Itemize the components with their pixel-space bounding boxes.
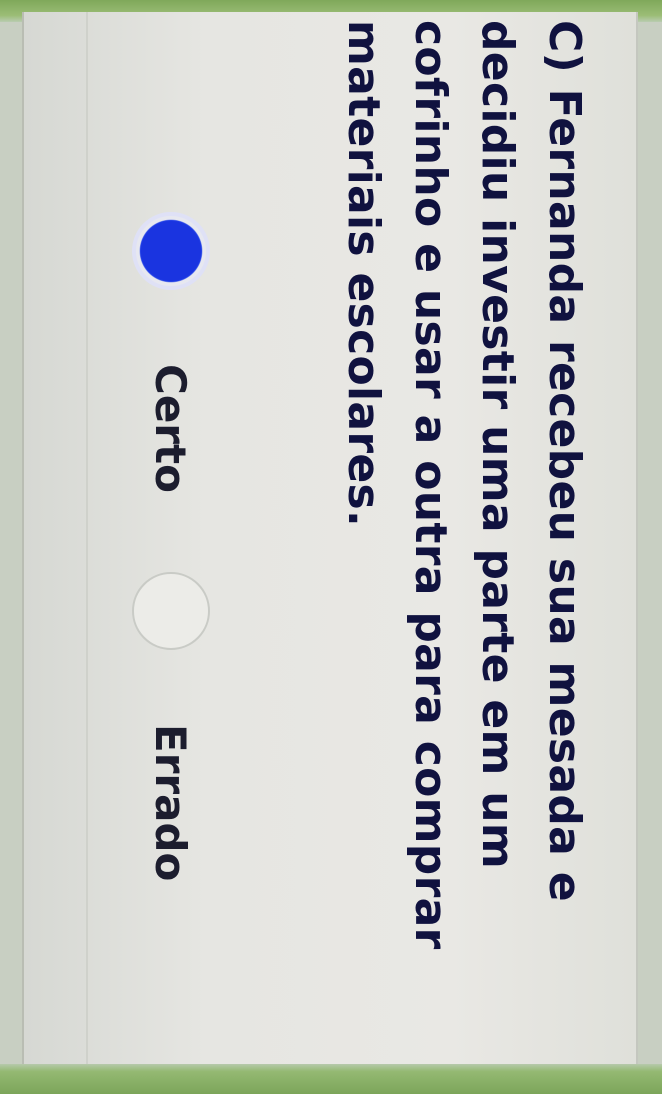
option-label-errado: Errado <box>146 724 196 882</box>
card-divider <box>86 12 88 1064</box>
radio-certo-selected[interactable] <box>132 212 210 290</box>
radio-errado[interactable] <box>132 572 210 650</box>
option-label-certo: Certo <box>146 364 196 493</box>
bottom-green-bar <box>0 1064 662 1094</box>
question-text: C) Fernanda recebeu sua mesada e decidiu… <box>338 20 590 950</box>
rotated-content: C) Fernanda recebeu sua mesada e decidiu… <box>24 12 636 1064</box>
option-certo[interactable]: Certo <box>116 212 226 493</box>
option-errado[interactable]: Errado <box>116 572 226 881</box>
question-card: C) Fernanda recebeu sua mesada e decidiu… <box>22 12 638 1064</box>
